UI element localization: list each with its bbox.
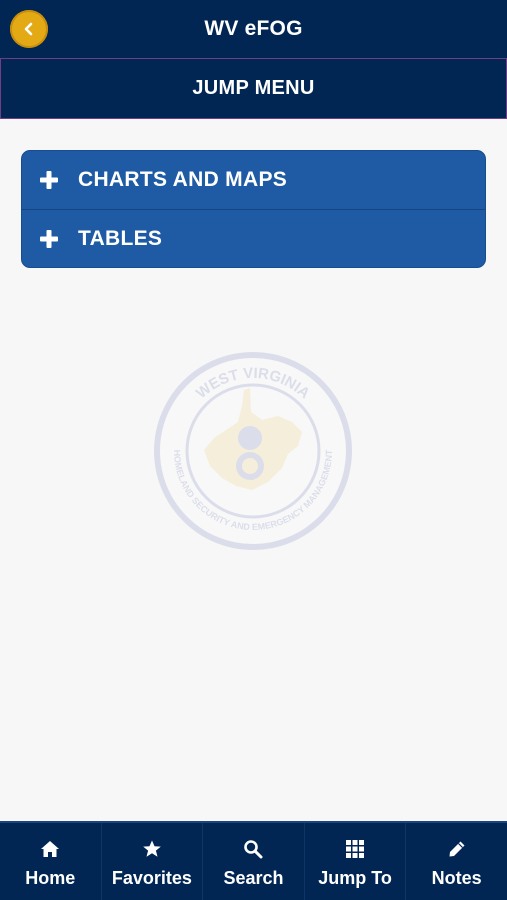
app-title: WV eFOG	[204, 17, 303, 40]
accordion-item-charts-and-maps[interactable]: CHARTS AND MAPS	[22, 151, 485, 209]
tab-label: Home	[25, 868, 76, 888]
tab-search[interactable]: Search	[202, 823, 304, 900]
wv-homeland-security-seal-watermark: WEST VIRGINIA HOMELAND SECURITY AND EMER…	[152, 350, 354, 552]
home-icon	[39, 838, 61, 860]
star-icon	[141, 838, 163, 860]
back-button[interactable]	[10, 10, 48, 48]
accordion-item-label: TABLES	[78, 226, 163, 250]
plus-icon	[38, 169, 60, 191]
app-header: WV eFOG	[0, 0, 507, 58]
bottom-tab-bar: Home Favorites Search Jump To Notes	[0, 821, 507, 900]
tab-jump-to[interactable]: Jump To	[303, 823, 406, 900]
accordion-item-tables[interactable]: TABLES	[22, 209, 485, 267]
tab-label: Favorites	[111, 868, 192, 888]
search-icon	[242, 838, 264, 860]
accordion-item-label: CHARTS AND MAPS	[78, 168, 288, 191]
plus-icon	[38, 228, 60, 250]
jump-menu-accordion: CHARTS AND MAPS TABLES	[21, 150, 486, 268]
tab-label: Jump To	[318, 868, 392, 888]
page-title: JUMP MENU	[192, 77, 315, 99]
tab-home[interactable]: Home	[0, 823, 101, 900]
tab-label: Search	[223, 868, 284, 888]
chevron-left-icon	[21, 21, 37, 37]
sub-header: JUMP MENU	[0, 58, 507, 119]
pencil-icon	[446, 838, 468, 860]
tab-favorites[interactable]: Favorites	[100, 823, 203, 900]
grid-icon	[344, 838, 366, 860]
tab-notes[interactable]: Notes	[405, 823, 507, 900]
tab-label: Notes	[431, 868, 482, 888]
